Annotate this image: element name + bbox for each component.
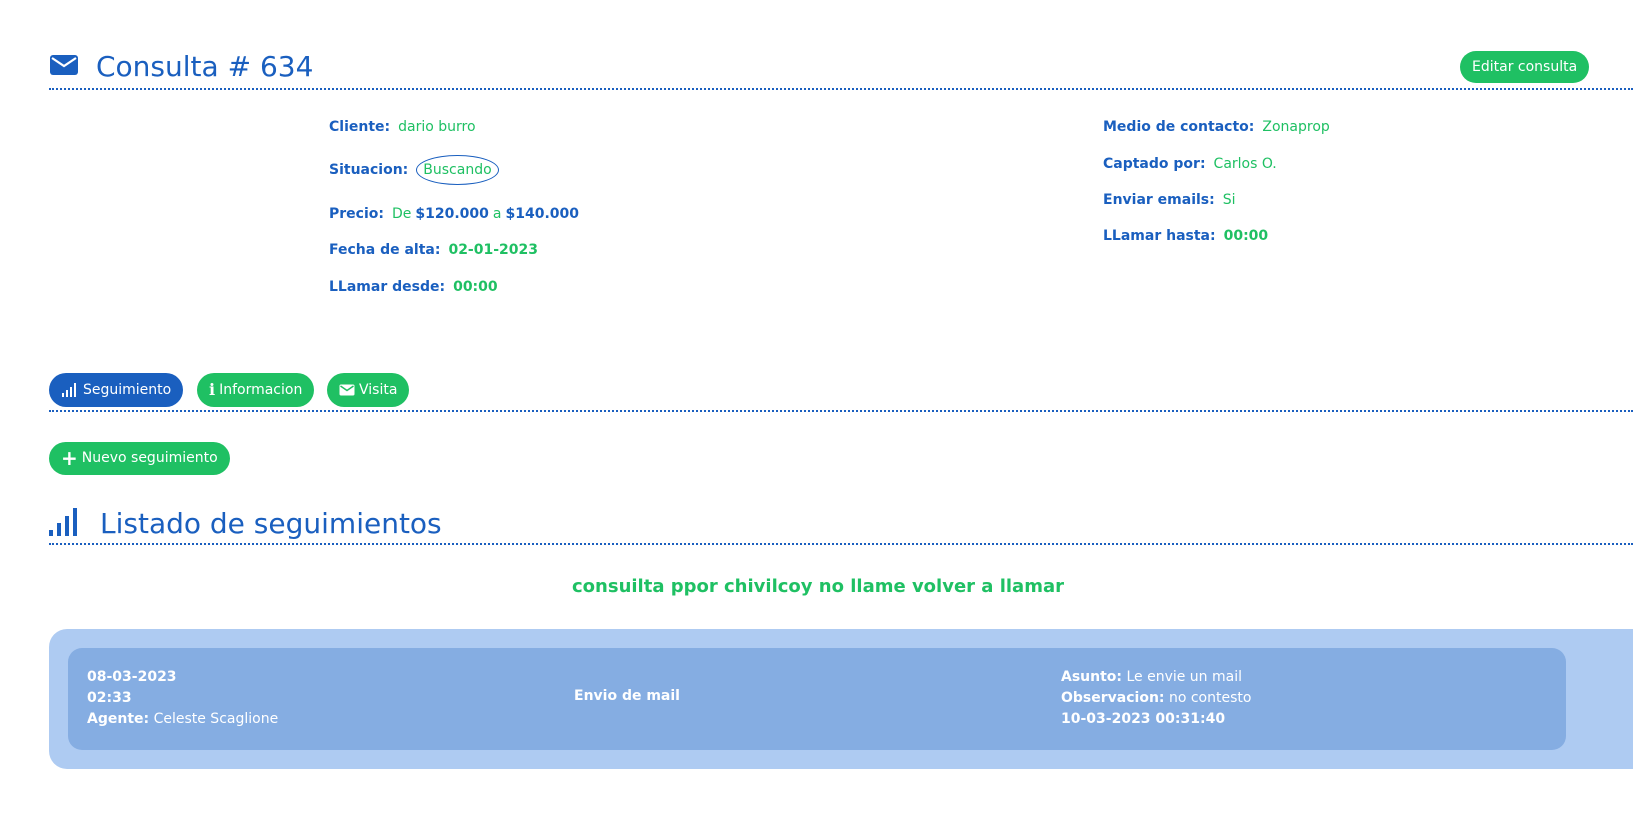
tab-informacion[interactable]: i Informacion xyxy=(197,373,315,407)
info-icon: i xyxy=(209,380,216,399)
envelope-icon xyxy=(50,55,78,75)
captado-por-label: Captado por: xyxy=(1103,156,1206,172)
seguimiento-date: 08-03-2023 xyxy=(87,669,177,685)
tab-visita-label: Visita xyxy=(359,382,398,398)
llamar-desde-field: LLamar desde: 00:00 xyxy=(329,279,498,295)
signal-bars-icon xyxy=(49,508,77,536)
asunto-value: Le envie un mail xyxy=(1126,669,1243,685)
enviar-emails-label: Enviar emails: xyxy=(1103,192,1215,208)
seguimiento-type: Envio de mail xyxy=(574,688,680,704)
captado-por-value: Carlos O. xyxy=(1213,156,1277,172)
fecha-alta-label: Fecha de alta: xyxy=(329,242,441,258)
medio-contacto-label: Medio de contacto: xyxy=(1103,119,1255,135)
listado-title: Listado de seguimientos xyxy=(100,507,442,540)
page-title: Consulta # 634 xyxy=(96,50,314,83)
nuevo-seguimiento-button[interactable]: + Nuevo seguimiento xyxy=(49,442,230,475)
seguimiento-card: 08-03-2023 02:33 Agente: Celeste Scaglio… xyxy=(68,648,1566,750)
llamar-desde-label: LLamar desde: xyxy=(329,279,446,295)
edit-consulta-button[interactable]: Editar consulta xyxy=(1460,51,1590,83)
tab-informacion-label: Informacion xyxy=(219,382,303,398)
seguimiento-left-col: 08-03-2023 02:33 Agente: Celeste Scaglio… xyxy=(87,667,278,730)
observacion-value: no contesto xyxy=(1168,690,1252,706)
fecha-alta-field: Fecha de alta: 02-01-2023 xyxy=(329,242,538,258)
asunto-label: Asunto: xyxy=(1061,669,1123,685)
precio-de: De xyxy=(391,206,412,222)
precio-label: Precio: xyxy=(329,206,384,222)
envelope-icon xyxy=(339,384,355,396)
seguimiento-right-col: Asunto: Le envie un mail Observacion: no… xyxy=(1061,667,1251,730)
precio-to: $140.000 xyxy=(505,206,580,222)
signal-bars-icon xyxy=(61,383,79,397)
cliente-value: dario burro xyxy=(398,119,476,135)
situacion-badge: Buscando xyxy=(416,155,499,185)
enviar-emails-value: Si xyxy=(1222,192,1236,208)
precio-a: a xyxy=(492,206,502,222)
agent-value: Celeste Scaglione xyxy=(153,711,279,727)
cliente-label: Cliente: xyxy=(329,119,391,135)
llamar-hasta-field: LLamar hasta: 00:00 xyxy=(1103,228,1268,244)
llamar-hasta-label: LLamar hasta: xyxy=(1103,228,1216,244)
situacion-label: Situacion: xyxy=(329,162,409,178)
precio-field: Precio: De $120.000 a $140.000 xyxy=(329,206,579,222)
medio-contacto-value: Zonaprop xyxy=(1262,119,1330,135)
enviar-emails-field: Enviar emails: Si xyxy=(1103,192,1236,208)
listado-header: Listado de seguimientos xyxy=(49,505,1633,545)
captado-por-field: Captado por: Carlos O. xyxy=(1103,156,1277,172)
agent-label: Agente: xyxy=(87,711,150,727)
llamar-desde-value: 00:00 xyxy=(453,279,498,295)
precio-from: $120.000 xyxy=(415,206,489,222)
tab-seguimiento[interactable]: Seguimiento xyxy=(49,373,184,407)
seguimiento-list: 08-03-2023 02:33 Agente: Celeste Scaglio… xyxy=(49,629,1633,769)
situacion-field: Situacion: Buscando xyxy=(329,155,499,185)
consulta-note: consuilta ppor chivilcoy no llame volver… xyxy=(572,576,1064,597)
seguimiento-time: 02:33 xyxy=(87,690,132,706)
llamar-hasta-value: 00:00 xyxy=(1223,228,1269,244)
medio-contacto-field: Medio de contacto: Zonaprop xyxy=(1103,119,1330,135)
nuevo-seguimiento-label: Nuevo seguimiento xyxy=(81,450,218,466)
tabs-divider xyxy=(49,410,1633,412)
cliente-field: Cliente: dario burro xyxy=(329,119,476,135)
consulta-header: Consulta # 634 Editar consulta xyxy=(49,48,1633,90)
tab-seguimiento-label: Seguimiento xyxy=(83,382,172,398)
seguimiento-timestamp: 10-03-2023 00:31:40 xyxy=(1061,711,1226,727)
plus-icon: + xyxy=(61,446,78,470)
fecha-alta-value: 02-01-2023 xyxy=(448,242,539,258)
observacion-label: Observacion: xyxy=(1061,690,1165,706)
page: Consulta # 634 Editar consulta Cliente: … xyxy=(0,0,1633,825)
tab-bar: Seguimiento i Informacion Visita xyxy=(49,373,1633,411)
tab-visita[interactable]: Visita xyxy=(327,373,410,407)
